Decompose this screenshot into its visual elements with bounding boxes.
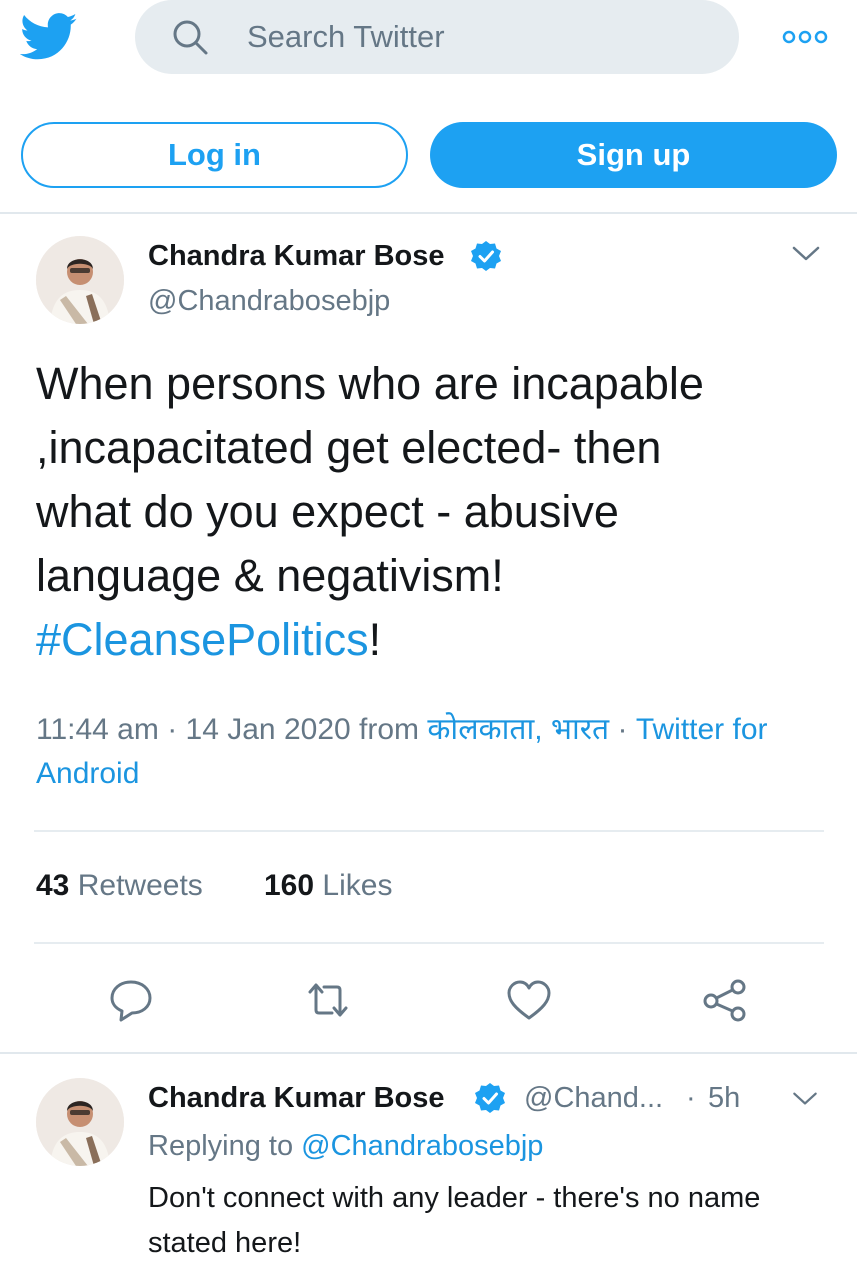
avatar[interactable] <box>36 236 124 324</box>
reply-time[interactable]: 5h <box>708 1080 740 1116</box>
like-heart-icon[interactable] <box>505 978 553 1022</box>
divider <box>0 212 857 214</box>
replying-to: Replying to @Chandrabosebjp <box>148 1128 543 1164</box>
author-handle[interactable]: @Chandrabosebjp <box>148 284 390 318</box>
retweet-icon[interactable] <box>304 978 352 1022</box>
meta-separator: · <box>617 713 628 746</box>
meta-separator: · <box>167 713 178 746</box>
tweet-meta: 11:44 am · 14 Jan 2020 from कोलकाता, भार… <box>36 708 826 796</box>
search-bar[interactable]: Search Twitter <box>135 0 739 74</box>
divider <box>34 830 824 832</box>
search-icon <box>173 20 208 55</box>
tweet-text-line: #CleansePolitics! <box>36 608 826 672</box>
tweet-time[interactable]: 11:44 am <box>36 713 159 746</box>
avatar-image <box>36 236 124 324</box>
replying-label: Replying to <box>148 1130 294 1162</box>
verified-badge-icon <box>475 1083 505 1113</box>
chevron-down-icon[interactable] <box>792 1091 818 1107</box>
tweet-text-line: When persons who are incapable <box>36 358 704 409</box>
twitter-logo-icon[interactable] <box>20 12 78 62</box>
chevron-down-icon[interactable] <box>792 245 820 263</box>
from-label: from <box>359 713 420 746</box>
reply-icon[interactable] <box>107 978 155 1022</box>
author-name[interactable]: Chandra Kumar Bose <box>148 239 445 273</box>
top-bar: Search Twitter <box>0 0 857 80</box>
retweets-count: 43 <box>36 869 70 902</box>
reply-text: Don't connect with any leader - there's … <box>148 1182 761 1259</box>
location-link[interactable]: कोलकाता, भारत <box>427 713 609 746</box>
reply-author-name[interactable]: Chandra Kumar Bose <box>148 1080 445 1116</box>
reply-author-handle[interactable]: @Chand... <box>524 1080 663 1116</box>
verified-badge-icon <box>471 241 501 271</box>
tweet-text-line: language & negativism! <box>36 550 504 601</box>
share-icon[interactable] <box>700 978 748 1022</box>
tweet-text: When persons who are incapable ,incapaci… <box>36 352 826 672</box>
reply-separator: · <box>686 1082 696 1114</box>
signup-button[interactable]: Sign up <box>430 122 837 188</box>
tweet-text-line: ,incapacitated get elected- then <box>36 422 662 473</box>
retweets-stat[interactable]: 43 Retweets <box>36 866 203 906</box>
likes-stat[interactable]: 160 Likes <box>264 866 392 906</box>
search-placeholder: Search Twitter <box>247 19 445 54</box>
hashtag-link[interactable]: #CleansePolitics <box>36 614 369 665</box>
replying-handle-link[interactable]: @Chandrabosebjp <box>301 1130 543 1162</box>
more-dots-icon[interactable] <box>782 28 828 46</box>
divider <box>0 1052 857 1054</box>
divider <box>34 942 824 944</box>
login-button[interactable]: Log in <box>21 122 408 188</box>
tweet-text-line: what do you expect - abusive <box>36 486 619 537</box>
retweets-label: Retweets <box>77 869 203 902</box>
likes-label: Likes <box>322 869 393 902</box>
avatar-image <box>36 1078 124 1166</box>
tweet-date[interactable]: 14 Jan 2020 <box>186 713 351 746</box>
hashtag-suffix: ! <box>368 614 382 665</box>
reply-avatar[interactable] <box>36 1078 124 1166</box>
likes-count: 160 <box>264 869 315 902</box>
